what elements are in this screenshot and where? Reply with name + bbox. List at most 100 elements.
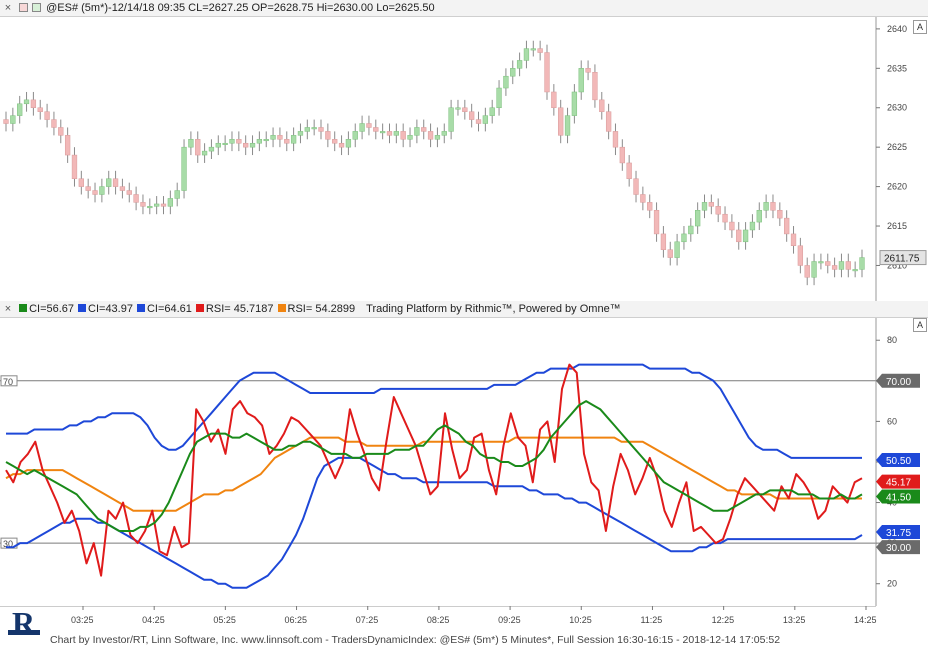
candle-body <box>578 68 584 93</box>
candle-body <box>503 75 509 89</box>
legend-swatch-icon <box>78 304 87 313</box>
time-tick-label: 06:25 <box>285 615 308 625</box>
candle-body <box>366 123 372 128</box>
candle-body <box>85 186 91 191</box>
candle-body <box>304 127 310 132</box>
candle-body <box>516 60 523 69</box>
price-tick-label: 2615 <box>887 221 907 231</box>
candle-body <box>236 139 242 144</box>
time-tick-label: 07:25 <box>356 615 379 625</box>
legend-item: RSI= 45.7187 <box>205 303 274 315</box>
candle-body <box>558 107 564 136</box>
candle-body <box>277 135 283 140</box>
time-tick-label: 12:25 <box>712 615 735 625</box>
candle-body <box>325 131 331 140</box>
candle-body <box>30 99 37 108</box>
price-tick-label: 2635 <box>887 63 907 73</box>
time-tick-label: 14:25 <box>854 615 877 625</box>
candle-body <box>71 154 78 179</box>
candle-body <box>352 131 358 140</box>
candle-body <box>825 261 831 266</box>
candle-body <box>400 131 406 140</box>
candle-body <box>729 221 735 231</box>
candle-body <box>674 241 680 258</box>
last-price-label: 2611.75 <box>884 254 920 265</box>
rsi-line <box>5 363 863 577</box>
time-tick-label: 11:25 <box>640 615 662 625</box>
candle-body <box>845 261 851 270</box>
candle-body <box>284 139 290 144</box>
candle-body <box>64 135 71 156</box>
close-indicator-panel-icon[interactable]: × <box>2 301 14 317</box>
candle-body <box>441 131 447 136</box>
candle-body <box>154 203 160 207</box>
candle-body <box>811 261 817 278</box>
candle-body <box>112 178 119 187</box>
value-tag-label: 50.50 <box>886 456 911 467</box>
close-price-panel-icon[interactable]: × <box>2 0 14 16</box>
candle-body <box>551 91 557 108</box>
bear-swatch-icon <box>19 2 29 12</box>
candle-body <box>208 146 215 152</box>
candle-body <box>790 233 797 246</box>
candle-body <box>297 131 304 136</box>
time-tick-label: 13:25 <box>783 615 806 625</box>
price-tick-label: 2630 <box>887 103 907 113</box>
indicator-axis: 8070605040302070.0050.5045.1741.5031.753… <box>875 318 920 606</box>
indicator-chart[interactable]: 7030 8070605040302070.0050.5045.1741.503… <box>0 318 928 606</box>
candle-body <box>229 139 235 144</box>
candle-body <box>818 261 824 264</box>
legend-swatch-icon <box>277 304 286 313</box>
candle-body <box>99 186 105 195</box>
value-tag: 50.50 <box>876 452 920 467</box>
candle-body <box>530 48 536 51</box>
candle-body <box>852 269 858 272</box>
candle-body <box>311 127 317 130</box>
candle-body <box>469 111 475 120</box>
candle-body <box>612 131 619 148</box>
candle-body <box>859 257 865 270</box>
candles <box>3 40 865 286</box>
candle-body <box>140 202 146 207</box>
candle-body <box>407 135 413 140</box>
candle-body <box>455 107 461 110</box>
candle-body <box>571 91 578 116</box>
candle-body <box>838 261 845 270</box>
candle-body <box>58 127 64 136</box>
time-axis: 03:25 04:25 05:25 06:25 07:25 08:25 09:25 10:25… <box>0 606 877 625</box>
time-tick-label: 03:25 <box>71 615 94 625</box>
indicator-legend: CI=56.67 CI=43.97 CI=64.61 RSI= 45.7187 RSI=… <box>17 303 357 315</box>
candle-body <box>249 142 256 148</box>
price-panel-header: × @ES# (5m*)-12/14/18 09:35 CL=2627.25 O… <box>0 0 928 17</box>
candle-body <box>270 135 276 140</box>
candle-body <box>181 146 187 191</box>
legend-swatch-icon <box>136 304 145 313</box>
candle-body <box>448 107 454 132</box>
value-tag: 31.75 <box>876 525 920 540</box>
legend-item: CI=56.67 <box>29 303 75 315</box>
candle-body <box>701 202 708 211</box>
candle-body <box>215 142 221 148</box>
candle-body <box>37 107 43 112</box>
candle-body <box>78 178 84 187</box>
candle-body <box>619 146 625 164</box>
candle-body <box>133 194 139 203</box>
candle-body <box>633 178 639 195</box>
candle-body <box>681 233 687 243</box>
candle-body <box>784 217 790 235</box>
candle-body <box>188 139 194 148</box>
candle-body <box>749 221 756 231</box>
candle-body <box>797 245 804 266</box>
candle-body <box>653 210 660 235</box>
candle-body <box>332 139 338 144</box>
legend-swatch-icon <box>19 304 28 313</box>
candle-body <box>462 107 468 112</box>
time-tick-label: 09:25 <box>498 615 521 625</box>
candle-body <box>605 111 612 132</box>
candle-body <box>421 127 427 132</box>
candle-body <box>92 190 98 195</box>
price-chart[interactable]: 26402635263026252620261526102611.75 <box>0 17 928 301</box>
indicator-tick-label: 80 <box>887 335 897 345</box>
candle-body <box>544 52 550 93</box>
candle-body <box>736 229 742 243</box>
